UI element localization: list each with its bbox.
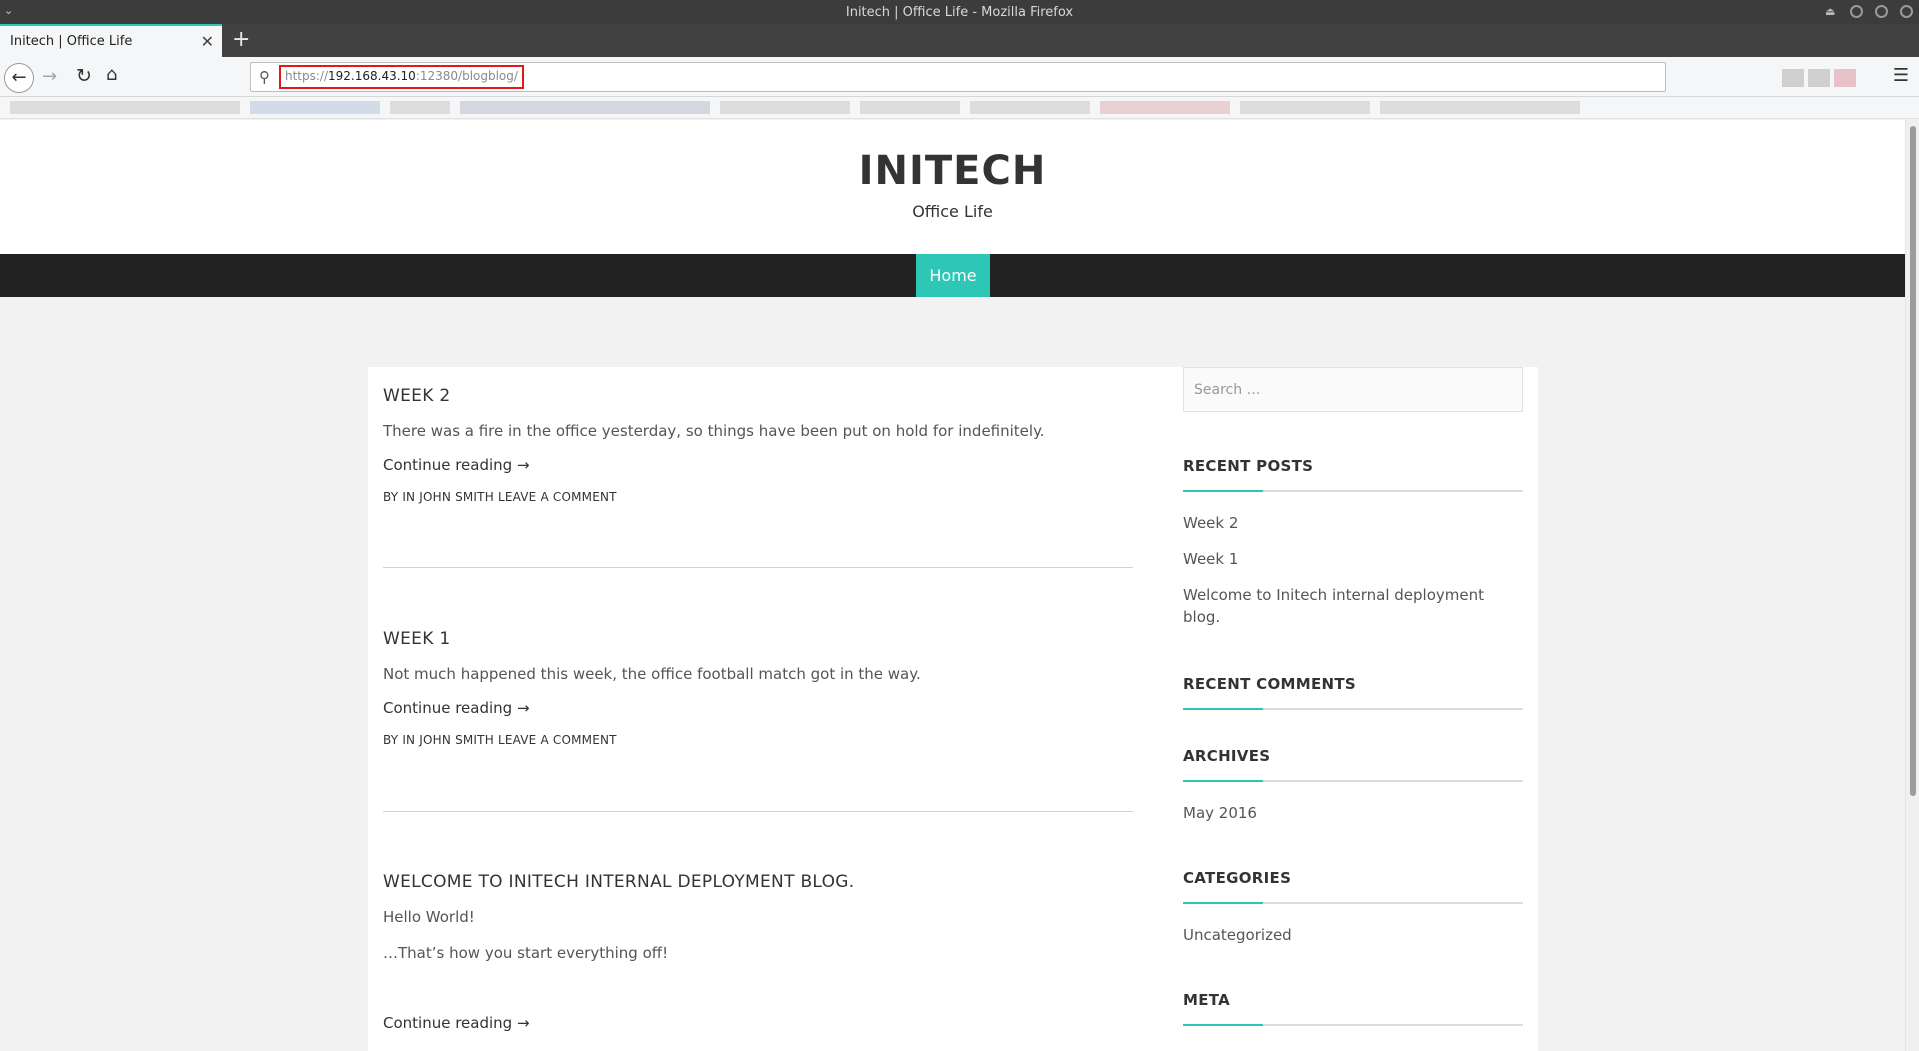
url-path: :12380/blogblog/	[415, 69, 518, 83]
post-week-2: WEEK 2 There was a fire in the office ye…	[383, 386, 1133, 504]
post-title[interactable]: WEEK 1	[383, 629, 1133, 649]
bookmark-item[interactable]	[10, 101, 240, 114]
widget-recent-comments: RECENT COMMENTS	[1183, 675, 1523, 710]
bookmark-item[interactable]	[860, 101, 960, 114]
archive-link[interactable]: May 2016	[1183, 802, 1523, 824]
continue-reading-link[interactable]: Continue reading →	[383, 1014, 1133, 1032]
bookmark-item[interactable]	[970, 101, 1090, 114]
widget-title: RECENT COMMENTS	[1183, 675, 1357, 693]
extension-icon[interactable]	[1834, 69, 1856, 87]
window-controls: ⏏	[1825, 5, 1913, 18]
navigation-toolbar: ← → ↻ ⌂ ⚲ https://192.168.43.10:12380/bl…	[0, 57, 1919, 97]
search-input[interactable]	[1183, 367, 1523, 412]
content-area: WEEK 2 There was a fire in the office ye…	[368, 367, 1538, 1051]
extension-icons	[1782, 69, 1856, 87]
bookmark-item[interactable]	[390, 101, 450, 114]
bookmark-item[interactable]	[1240, 101, 1370, 114]
site-title[interactable]: INITECH	[0, 148, 1905, 194]
post-title[interactable]: WELCOME TO INITECH INTERNAL DEPLOYMENT B…	[383, 872, 1133, 892]
post-title[interactable]: WEEK 2	[383, 386, 1133, 406]
recent-posts-list: Week 2 Week 1 Welcome to Initech interna…	[1183, 512, 1523, 628]
minimize-button[interactable]	[1850, 5, 1863, 18]
sidebar: RECENT POSTS Week 2 Week 1 Welcome to In…	[1183, 367, 1523, 1026]
widget-underline	[1183, 1024, 1523, 1026]
url-highlight-box[interactable]: https://192.168.43.10:12380/blogblog/	[279, 65, 524, 89]
page-scrollbar[interactable]	[1905, 120, 1919, 1051]
post-divider	[383, 811, 1133, 812]
bookmark-item[interactable]	[720, 101, 850, 114]
categories-list: Uncategorized	[1183, 924, 1523, 946]
window-titlebar: ⌄ Initech | Office Life - Mozilla Firefo…	[0, 0, 1919, 24]
scrollbar-thumb[interactable]	[1910, 126, 1916, 796]
widget-underline	[1183, 490, 1523, 492]
widget-title: CATEGORIES	[1183, 869, 1292, 887]
post-excerpt: Hello World!	[383, 908, 475, 926]
home-icon[interactable]: ⌂	[106, 64, 117, 85]
close-icon[interactable]: ✕	[201, 32, 214, 51]
widget-title: ARCHIVES	[1183, 747, 1271, 765]
recent-post-link[interactable]: Week 1	[1183, 548, 1523, 570]
meta-prefix: BY IN	[383, 490, 416, 504]
widget-title: RECENT POSTS	[1183, 457, 1314, 475]
continue-reading-link[interactable]: Continue reading →	[383, 699, 1133, 717]
leave-comment-link[interactable]: LEAVE A COMMENT	[498, 490, 617, 504]
post-welcome: WELCOME TO INITECH INTERNAL DEPLOYMENT B…	[383, 872, 1133, 1032]
close-window-button[interactable]	[1900, 5, 1913, 18]
meta-prefix: BY IN	[383, 733, 416, 747]
post-excerpt: There was a fire in the office yesterday…	[383, 422, 1045, 440]
nav-home-link[interactable]: Home	[916, 254, 990, 297]
author-link[interactable]: JOHN SMITH	[419, 490, 494, 504]
eject-icon[interactable]: ⏏	[1825, 5, 1838, 18]
back-icon[interactable]: ←	[4, 63, 34, 93]
post-meta: BY IN JOHN SMITH LEAVE A COMMENT	[383, 733, 1133, 747]
new-tab-button[interactable]: +	[232, 27, 250, 52]
reload-icon[interactable]: ↻	[76, 65, 92, 87]
continue-reading-link[interactable]: Continue reading →	[383, 456, 1133, 474]
url-scheme: https://	[285, 69, 329, 83]
url-host: 192.168.43.10	[328, 69, 416, 83]
author-link[interactable]: JOHN SMITH	[419, 733, 494, 747]
search-icon: ⚲	[259, 68, 270, 86]
bookmark-item[interactable]	[1380, 101, 1580, 114]
main-navigation: Home	[0, 254, 1905, 297]
leave-comment-link[interactable]: LEAVE A COMMENT	[498, 733, 617, 747]
category-link[interactable]: Uncategorized	[1183, 924, 1523, 946]
tab-bar: Initech | Office Life ✕ +	[0, 24, 1919, 57]
bookmark-item[interactable]	[250, 101, 380, 114]
widget-meta: META	[1183, 991, 1523, 1026]
widget-categories: CATEGORIES Uncategorized	[1183, 869, 1523, 960]
site-header: INITECH Office Life	[0, 120, 1905, 254]
bookmarks-toolbar	[0, 97, 1919, 119]
post-divider	[383, 567, 1133, 568]
post-excerpt: Not much happened this week, the office …	[383, 665, 921, 683]
menu-icon[interactable]: ☰	[1893, 65, 1909, 86]
recent-post-link[interactable]: Welcome to Initech internal deployment b…	[1183, 584, 1523, 628]
widget-underline	[1183, 902, 1523, 904]
widget-underline	[1183, 708, 1523, 710]
post-excerpt-2: …That’s how you start everything off!	[383, 944, 669, 962]
url-bar[interactable]: ⚲ https://192.168.43.10:12380/blogblog/	[250, 62, 1666, 92]
web-page: INITECH Office Life Home WEEK 2 There wa…	[0, 120, 1905, 1051]
post-meta: BY IN JOHN SMITH LEAVE A COMMENT	[383, 490, 1133, 504]
post-week-1: WEEK 1 Not much happened this week, the …	[383, 629, 1133, 747]
widget-recent-posts: RECENT POSTS Week 2 Week 1 Welcome to In…	[1183, 457, 1523, 642]
archives-list: May 2016	[1183, 802, 1523, 824]
bookmark-item[interactable]	[460, 101, 710, 114]
widget-title: META	[1183, 991, 1231, 1009]
widget-underline	[1183, 780, 1523, 782]
browser-tab[interactable]: Initech | Office Life ✕	[0, 24, 222, 57]
tab-title: Initech | Office Life	[10, 34, 133, 49]
bookmark-item[interactable]	[1100, 101, 1230, 114]
window-title: Initech | Office Life - Mozilla Firefox	[845, 5, 1074, 20]
widget-archives: ARCHIVES May 2016	[1183, 747, 1523, 838]
forward-icon[interactable]: →	[42, 66, 57, 87]
extension-icon[interactable]	[1782, 69, 1804, 87]
extension-icon[interactable]	[1808, 69, 1830, 87]
maximize-button[interactable]	[1875, 5, 1888, 18]
site-tagline: Office Life	[912, 202, 993, 221]
recent-post-link[interactable]: Week 2	[1183, 512, 1523, 534]
